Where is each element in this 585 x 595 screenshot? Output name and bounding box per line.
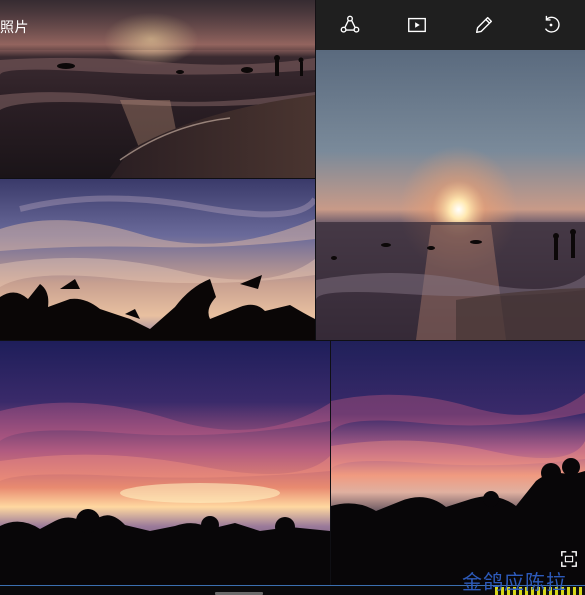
watermark-text: 金鸽应陈拉 (462, 570, 567, 594)
photo-tile-3[interactable] (316, 50, 585, 340)
slideshow-button[interactable] (400, 8, 434, 42)
edit-pencil-icon (476, 16, 493, 34)
rotate-button[interactable] (534, 8, 568, 42)
photo-sea-sunset (316, 50, 585, 340)
share-button[interactable] (333, 8, 367, 42)
app-title: 照片 (0, 20, 29, 36)
share-icon (340, 15, 360, 33)
title-bar: 照片 (0, 0, 316, 50)
photo-twilight-treeline (0, 341, 330, 585)
photo-tile-5[interactable] (331, 341, 585, 585)
photo-tile-4[interactable] (0, 341, 330, 585)
rotate-icon (545, 15, 561, 33)
photos-app: 照片 金鸽应陈拉 (0, 0, 585, 595)
photo-sky-silhouette (0, 179, 315, 340)
edit-button[interactable] (467, 8, 501, 42)
photo-tile-2[interactable] (0, 179, 315, 340)
photo-twilight-clouds (331, 341, 585, 585)
slideshow-icon (407, 17, 426, 33)
toolbar (316, 0, 585, 50)
